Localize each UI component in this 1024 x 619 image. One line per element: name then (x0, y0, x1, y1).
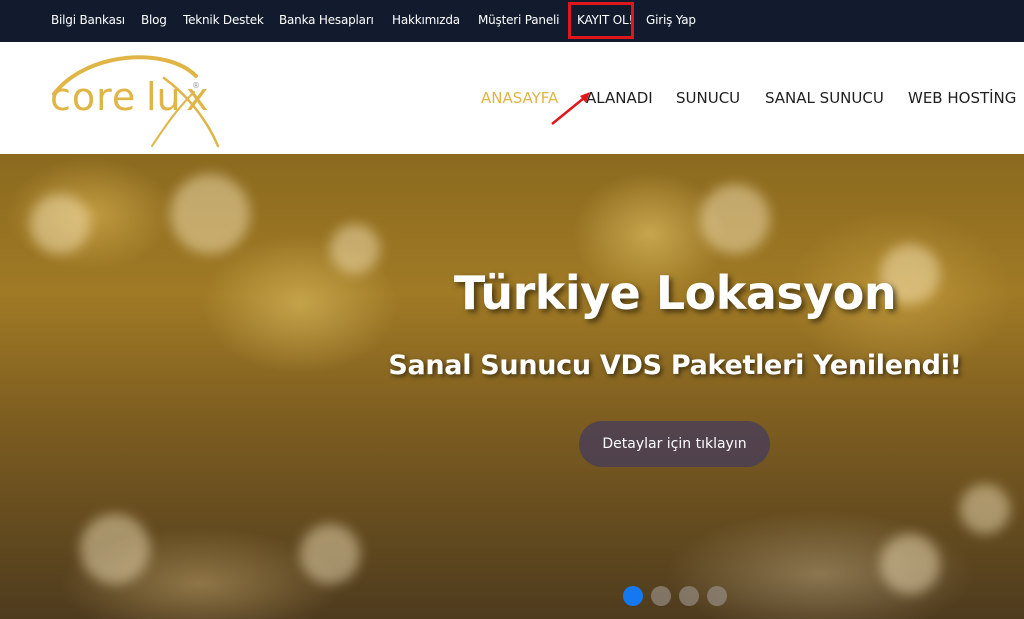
nav-item-sanal-sunucu[interactable]: SANAL SUNUCU (765, 88, 884, 108)
top-bar: Bilgi Bankası Blog Teknik Destek Banka H… (0, 0, 1024, 42)
slider-dot-2[interactable] (651, 586, 671, 606)
bokeh-light (960, 484, 1010, 534)
topbar-link-banka-hesaplari[interactable]: Banka Hesapları (279, 12, 374, 28)
bokeh-light (170, 174, 250, 254)
slider-dot-1[interactable] (623, 586, 643, 606)
hero-slider: Türkiye Lokasyon Sanal Sunucu VDS Paketl… (0, 154, 1024, 619)
nav-item-web-hosting[interactable]: WEB HOSTİNG (908, 88, 1016, 108)
bokeh-light (700, 184, 770, 254)
slider-dot-3[interactable] (679, 586, 699, 606)
nav-item-anasayfa[interactable]: ANASAYFA (481, 88, 558, 108)
topbar-link-kayit-ol[interactable]: KAYIT OL! (577, 12, 633, 28)
hero-title: Türkiye Lokasyon (453, 266, 897, 320)
bokeh-light (30, 194, 90, 254)
nav-item-alanadi[interactable]: ALANADI (586, 88, 653, 108)
corelux-logo[interactable]: core lu x ® (46, 48, 226, 150)
svg-text:®: ® (192, 81, 200, 90)
bokeh-light (300, 524, 360, 584)
site-header: core lu x ® ANASAYFA ALANADI SUNUCU SANA… (0, 42, 1024, 154)
details-button[interactable]: Detaylar için tıklayın (579, 421, 770, 467)
hero-subtitle: Sanal Sunucu VDS Paketleri Yenilendi! (388, 350, 962, 381)
svg-text:core: core (50, 75, 136, 119)
slider-dot-4[interactable] (707, 586, 727, 606)
bokeh-light (880, 534, 940, 594)
topbar-link-musteri-paneli[interactable]: Müşteri Paneli (478, 12, 559, 28)
bokeh-light (80, 514, 150, 584)
topbar-link-blog[interactable]: Blog (141, 12, 167, 28)
topbar-link-teknik-destek[interactable]: Teknik Destek (183, 12, 264, 28)
topbar-link-bilgi-bankasi[interactable]: Bilgi Bankası (51, 12, 125, 28)
topbar-link-giris-yap[interactable]: Giriş Yap (646, 12, 696, 28)
nav-item-sunucu[interactable]: SUNUCU (676, 88, 740, 108)
topbar-link-hakkimizda[interactable]: Hakkımızda (392, 12, 460, 28)
svg-text:lu: lu (146, 75, 181, 119)
